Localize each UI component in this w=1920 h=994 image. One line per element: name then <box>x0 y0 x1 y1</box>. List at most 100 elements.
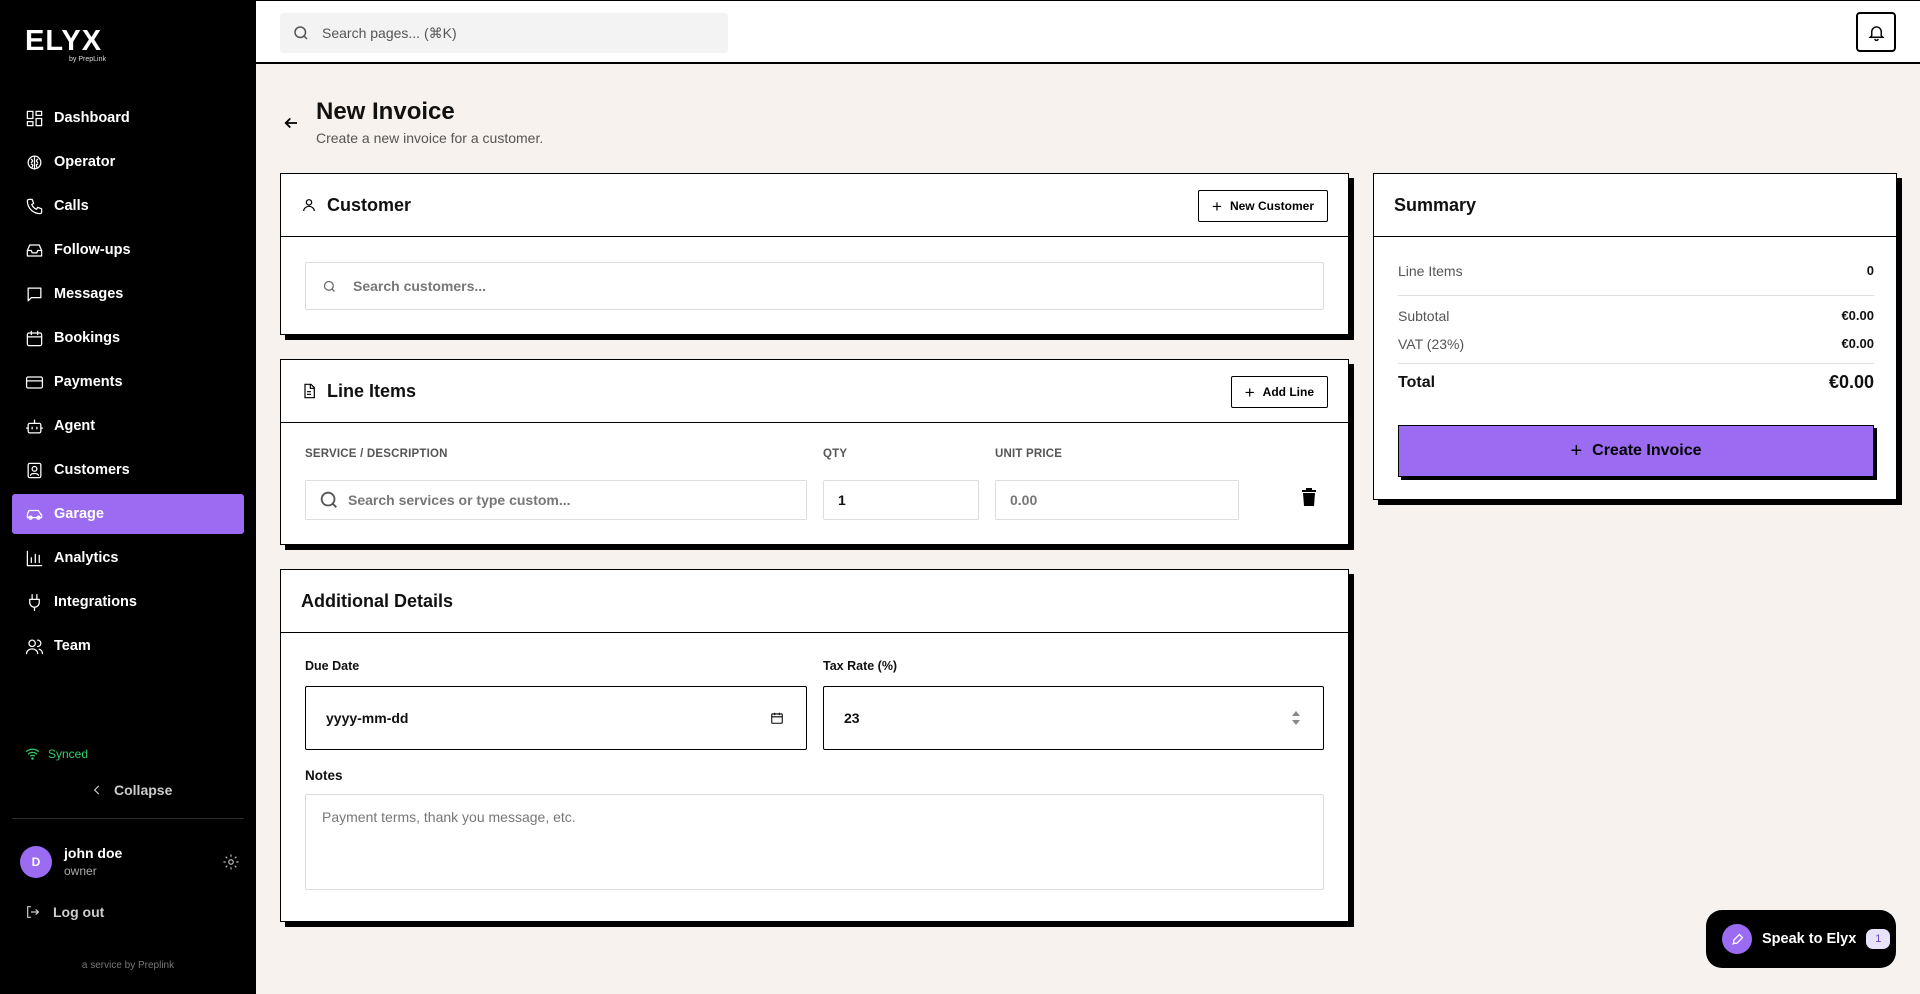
notes-label: Notes <box>305 768 343 783</box>
sidebar-item-customers[interactable]: Customers <box>12 450 244 490</box>
sidebar-item-operator[interactable]: Operator <box>12 142 244 182</box>
service-description-placeholder: Search services or type custom... <box>348 492 571 508</box>
logout-label: Log out <box>53 904 105 920</box>
add-line-button[interactable]: + Add Line <box>1230 376 1328 408</box>
summary-line-items-row: Line Items 0 <box>1398 263 1874 279</box>
customer-card-header: Customer + New Customer <box>281 174 1348 237</box>
calendar-icon[interactable] <box>770 711 784 725</box>
brain-icon <box>24 152 44 172</box>
column-header-unit-price: UNIT PRICE <box>995 448 1063 460</box>
search-icon <box>294 26 308 40</box>
collapse-label: Collapse <box>114 782 173 798</box>
logout-button[interactable]: Log out <box>25 904 104 920</box>
logout-icon <box>27 906 40 918</box>
summary-card-header: Summary <box>1374 174 1896 237</box>
card-icon <box>24 372 44 392</box>
sidebar-item-label: Team <box>54 638 91 654</box>
collapse-button[interactable]: Collapse <box>90 782 172 798</box>
arrow-left-icon <box>284 117 297 129</box>
new-customer-button[interactable]: + New Customer <box>1198 190 1328 222</box>
create-invoice-button[interactable]: + Create Invoice <box>1398 425 1874 477</box>
customer-search-input[interactable]: Search customers... <box>305 262 1324 310</box>
summary-card: Summary Line Items 0 Subtotal €0.00 VAT … <box>1373 173 1897 500</box>
sidebar-item-label: Integrations <box>54 594 137 610</box>
tax-rate-label: Tax Rate (%) <box>823 659 898 673</box>
sidebar-item-payments[interactable]: Payments <box>12 362 244 402</box>
sidebar-item-label: Garage <box>54 506 104 522</box>
total-label: Total <box>1398 373 1436 391</box>
sidebar-item-dashboard[interactable]: Dashboard <box>12 98 244 138</box>
gear-icon[interactable] <box>222 853 240 871</box>
sidebar-item-label: Operator <box>54 154 116 170</box>
unit-price-placeholder: 0.00 <box>1010 492 1038 508</box>
additional-details-title: Additional Details <box>301 590 454 611</box>
sidebar-item-bookings[interactable]: Bookings <box>12 318 244 358</box>
chevron-left-icon <box>93 785 100 795</box>
sidebar-item-label: Customers <box>54 462 130 478</box>
total-value: €0.00 <box>1828 372 1874 392</box>
sidebar-item-messages[interactable]: Messages <box>12 274 244 314</box>
notifications-button[interactable] <box>1856 12 1896 52</box>
due-date-input[interactable]: yyyy-mm-dd <box>305 686 807 750</box>
tax-rate-input[interactable]: 23 <box>823 686 1324 750</box>
user-role: owner <box>64 864 97 878</box>
plug-icon <box>24 592 44 612</box>
sidebar-item-analytics[interactable]: Analytics <box>12 538 244 578</box>
additional-details-header: Additional Details <box>281 570 1348 633</box>
microphone-icon <box>1722 924 1752 954</box>
service-note: a service by Preplink <box>81 960 175 971</box>
summary-line-items-count: 0 <box>1866 263 1874 278</box>
contact-icon <box>24 460 44 480</box>
unit-price-input[interactable]: 0.00 <box>995 480 1239 520</box>
users-icon <box>24 636 44 656</box>
sidebar-item-integrations[interactable]: Integrations <box>12 582 244 622</box>
phone-icon <box>24 196 44 216</box>
due-date-label: Due Date <box>305 659 360 673</box>
plus-icon: + <box>1244 382 1255 402</box>
customer-search-placeholder: Search customers... <box>353 278 487 294</box>
trash-icon[interactable] <box>1301 488 1317 506</box>
sidebar-item-label: Messages <box>54 286 124 302</box>
back-button[interactable] <box>282 114 300 132</box>
quantity-input[interactable]: 1 <box>823 480 979 520</box>
spinner-icon[interactable] <box>1291 709 1301 727</box>
sidebar-item-calls[interactable]: Calls <box>12 186 244 226</box>
user-profile[interactable]: D john doe owner <box>20 845 240 878</box>
page-search-input[interactable]: Search pages... (⌘K) <box>280 13 728 53</box>
page-search-placeholder: Search pages... (⌘K) <box>322 24 457 41</box>
column-header-description: SERVICE / DESCRIPTION <box>305 448 448 460</box>
bot-icon <box>24 416 44 436</box>
bell-icon <box>1867 25 1885 41</box>
plus-icon: + <box>1212 196 1222 216</box>
sidebar-item-team[interactable]: Team <box>12 626 244 666</box>
sync-status: Synced <box>25 746 88 761</box>
sidebar-item-garage[interactable]: Garage <box>12 494 244 534</box>
due-date-placeholder: yyyy-mm-dd <box>326 710 409 726</box>
vat-label: VAT (23%) <box>1398 336 1465 352</box>
new-customer-label: New Customer <box>1229 199 1314 213</box>
summary-total-row: Total €0.00 <box>1398 372 1874 393</box>
sidebar-nav: Dashboard Operator Calls Follow-ups Mess… <box>12 98 244 670</box>
sync-status-label: Synced <box>48 746 89 761</box>
page-subtitle: Create a new invoice for a customer. <box>316 130 544 146</box>
sidebar-item-label: Calls <box>54 198 89 214</box>
calendar-icon <box>24 328 44 348</box>
chart-icon <box>24 548 44 568</box>
sidebar-item-label: Follow-ups <box>54 242 131 258</box>
summary-vat-row: VAT (23%) €0.00 <box>1398 336 1874 352</box>
logo[interactable]: ELYX by PrepLink <box>25 26 106 63</box>
search-icon <box>320 491 337 508</box>
speak-to-elyx-button[interactable]: Speak to Elyx 1 <box>1706 910 1896 968</box>
notes-textarea[interactable]: Payment terms, thank you message, etc. <box>305 794 1324 890</box>
create-invoice-label: Create Invoice <box>1592 442 1702 459</box>
add-line-label: Add Line <box>1262 385 1314 399</box>
summary-subtotal-row: Subtotal €0.00 <box>1398 308 1874 324</box>
sidebar-item-follow-ups[interactable]: Follow-ups <box>12 230 244 270</box>
subtotal-value: €0.00 <box>1841 308 1874 323</box>
vat-value: €0.00 <box>1841 336 1874 351</box>
sidebar-item-label: Bookings <box>54 330 121 346</box>
line-items-card-title: Line Items <box>327 380 417 401</box>
sidebar-item-agent[interactable]: Agent <box>12 406 244 446</box>
service-description-input[interactable]: Search services or type custom... <box>305 480 807 520</box>
customer-card: Customer + New Customer Search customers… <box>280 173 1349 335</box>
